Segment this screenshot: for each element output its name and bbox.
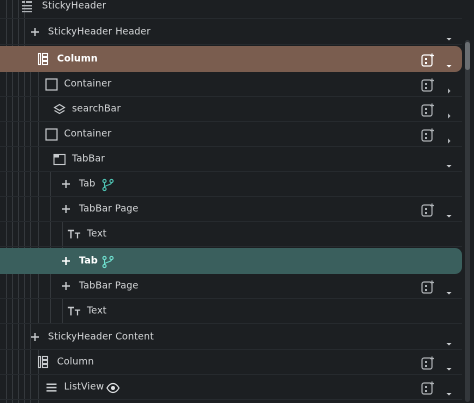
chevron-down-icon[interactable] bbox=[445, 205, 453, 218]
tree-row-tab-selected[interactable]: Tab bbox=[0, 248, 462, 274]
tree-row-tabbar-page[interactable]: TabBar Page bbox=[0, 197, 462, 222]
tree-row-label: TabBar bbox=[72, 153, 105, 165]
widget-tree: StickyHeader StickyHeader Header Column … bbox=[0, 0, 474, 403]
tree-row-column-selected[interactable]: Column bbox=[0, 46, 462, 72]
scrollbar-track[interactable] bbox=[465, 40, 470, 402]
text-icon bbox=[67, 227, 81, 241]
tree-row-sticky-header-content[interactable]: StickyHeader Content bbox=[0, 325, 462, 350]
chevron-down-icon[interactable] bbox=[445, 358, 453, 371]
tree-row-container[interactable]: Container bbox=[0, 122, 462, 147]
plus-icon bbox=[59, 279, 73, 293]
add-widget-icon[interactable] bbox=[421, 77, 435, 92]
tree-row-tabbar-page[interactable]: TabBar Page bbox=[0, 274, 462, 299]
tree-row-label: StickyHeader Header bbox=[48, 26, 151, 38]
tree-row-search-bar[interactable]: searchBar bbox=[0, 97, 462, 122]
column-icon bbox=[36, 52, 50, 66]
chevron-right-icon[interactable] bbox=[445, 105, 453, 119]
tree-row-label: TabBar Page bbox=[79, 280, 139, 292]
tree-row-label: Text bbox=[87, 228, 107, 240]
add-widget-icon[interactable] bbox=[421, 127, 435, 142]
tree-row-sticky-header[interactable]: StickyHeader bbox=[0, 0, 462, 19]
eye-icon[interactable] bbox=[106, 380, 120, 394]
tabbar-icon bbox=[52, 152, 66, 166]
add-widget-icon[interactable] bbox=[421, 202, 435, 217]
tree-row-label: TabBar Page bbox=[79, 203, 139, 215]
chevron-down-icon[interactable] bbox=[445, 282, 453, 295]
tree-row-label: ListView bbox=[64, 381, 104, 393]
chevron-down-icon[interactable] bbox=[445, 55, 453, 68]
chevron-down-icon[interactable] bbox=[445, 155, 453, 168]
plus-icon bbox=[28, 330, 42, 344]
tree-row-text[interactable]: Text bbox=[0, 299, 462, 324]
tree-row-label: Text bbox=[87, 305, 107, 317]
tree-row-label: Tab bbox=[79, 255, 98, 267]
tree-row-label: StickyHeader bbox=[42, 0, 107, 12]
tree-row-label: Tab bbox=[79, 178, 96, 190]
column-icon bbox=[36, 355, 50, 369]
tree-row-container[interactable]: Container bbox=[0, 72, 462, 97]
tree-row-column[interactable]: Column bbox=[0, 350, 462, 375]
layers-icon bbox=[52, 102, 66, 116]
tree-row-label: Container bbox=[64, 128, 112, 140]
tree-row-tabbar[interactable]: TabBar bbox=[0, 147, 462, 172]
container-icon bbox=[44, 77, 58, 91]
add-widget-icon[interactable] bbox=[421, 52, 435, 67]
add-widget-icon[interactable] bbox=[421, 380, 435, 395]
chevron-down-icon[interactable] bbox=[445, 383, 453, 396]
tree-row-label: Column bbox=[57, 356, 94, 368]
branch-icon bbox=[101, 177, 115, 192]
tree-row-listview[interactable]: ListView bbox=[0, 375, 462, 400]
chevron-down-icon[interactable] bbox=[445, 28, 453, 41]
plus-icon bbox=[59, 177, 73, 191]
chevron-right-icon[interactable] bbox=[445, 130, 453, 144]
add-widget-icon[interactable] bbox=[421, 279, 435, 294]
scrollbar-thumb[interactable] bbox=[465, 42, 470, 70]
tree-row-label: searchBar bbox=[72, 103, 121, 115]
plus-icon bbox=[28, 25, 42, 39]
tree-row-label: StickyHeader Content bbox=[48, 331, 154, 343]
sticky-header-icon bbox=[20, 0, 34, 13]
tree-row-sticky-header-header[interactable]: StickyHeader Header bbox=[0, 20, 462, 45]
add-widget-icon[interactable] bbox=[421, 102, 435, 117]
chevron-right-icon[interactable] bbox=[445, 80, 453, 94]
branch-icon bbox=[101, 254, 115, 269]
text-icon bbox=[67, 304, 81, 318]
tree-row-text[interactable]: Text bbox=[0, 222, 462, 247]
plus-icon bbox=[59, 254, 73, 268]
container-icon bbox=[44, 127, 58, 141]
add-widget-icon[interactable] bbox=[421, 355, 435, 370]
tree-row-label: Column bbox=[57, 53, 98, 65]
tree-row-label: Container bbox=[64, 78, 112, 90]
plus-icon bbox=[59, 202, 73, 216]
listview-icon bbox=[44, 380, 58, 394]
tree-row-tab[interactable]: Tab bbox=[0, 172, 462, 197]
chevron-down-icon[interactable] bbox=[445, 333, 453, 346]
